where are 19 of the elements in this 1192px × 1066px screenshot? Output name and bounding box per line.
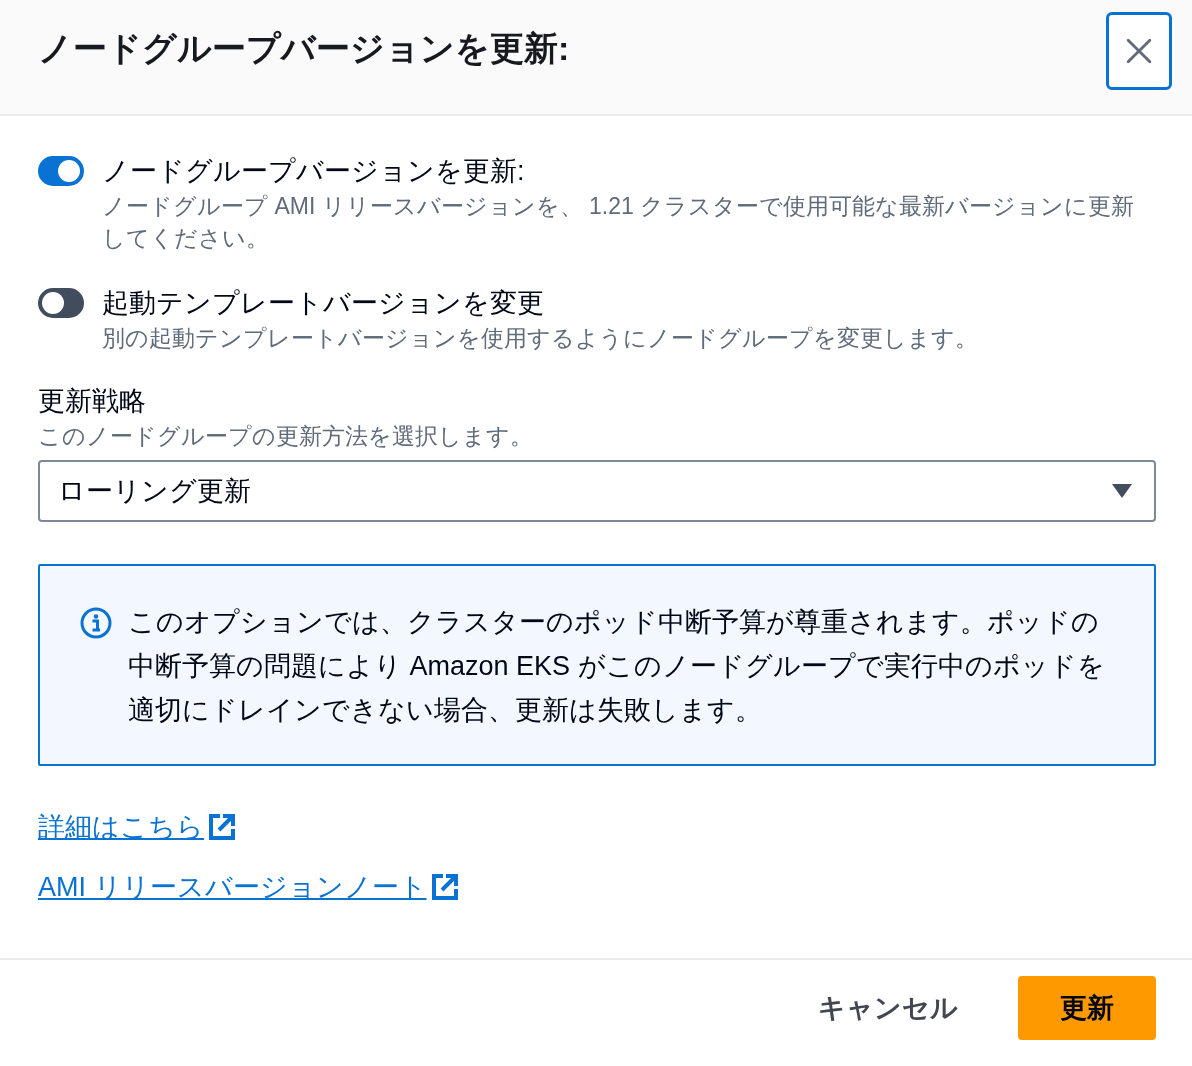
caret-icon bbox=[1112, 484, 1132, 498]
toggle-switch[interactable] bbox=[38, 288, 84, 318]
field-description: このノードグループの更新方法を選択します。 bbox=[38, 422, 533, 451]
close-button[interactable] bbox=[1106, 12, 1172, 90]
toggle-description: 別の起動テンプレートバージョンを使用するようにノードグループを変更します。 bbox=[102, 324, 978, 353]
alert-message: このオプションでは、クラスターのポッド中断予算が尊重されます。ポッドの中断予算の問題により Amazon EKS がこのノードグループで実行中のポッドを適切にドレインできない場合、更新は失敗します。 bbox=[128, 606, 1106, 727]
dialog-title: ノードグループバージョンを更新: bbox=[38, 28, 570, 69]
update-button[interactable]: 更新 bbox=[1018, 976, 1156, 1040]
toggle-description: ノードグループ AMI リリースバージョンを、 1.21 クラスターで使用可能な最新バージョンに更新してください。 bbox=[102, 192, 1136, 253]
field-label: 更新戦略 bbox=[38, 385, 146, 418]
toggle-label: 起動テンプレートバージョンを変更 bbox=[102, 287, 545, 320]
external-link-icon bbox=[208, 813, 236, 841]
select-field[interactable]: ローリング更新 bbox=[38, 460, 1156, 522]
info-icon bbox=[80, 607, 112, 639]
toggle-switch[interactable] bbox=[38, 156, 84, 186]
cancel-button[interactable]: キャンセル bbox=[798, 976, 978, 1040]
external-link-icon bbox=[430, 873, 459, 901]
toggle-label: ノードグループバージョンを更新: bbox=[102, 155, 526, 188]
close-icon bbox=[1126, 38, 1152, 64]
